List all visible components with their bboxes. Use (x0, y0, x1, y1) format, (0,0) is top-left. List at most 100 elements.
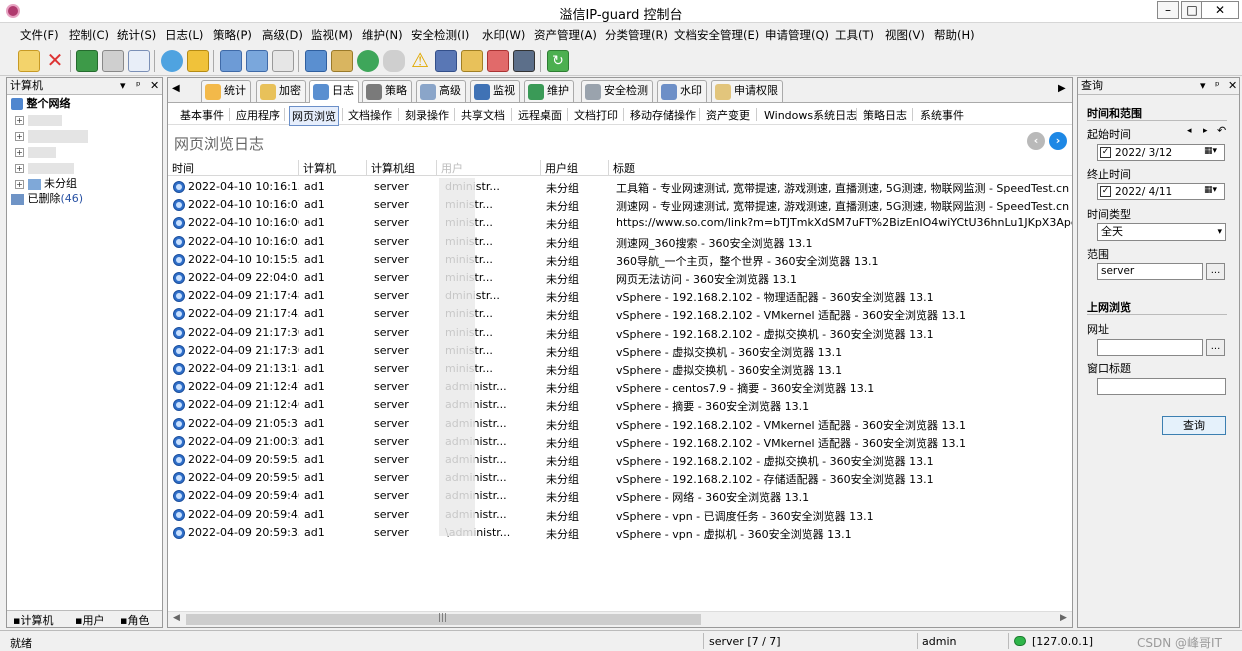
monitor-icon[interactable] (246, 50, 268, 72)
table-row[interactable]: 2022-04-09 21:17:43ad1serverministr...未分… (168, 305, 1072, 323)
window-title-input[interactable] (1097, 378, 1226, 395)
expand-icon[interactable]: + (15, 179, 24, 189)
tree-node[interactable]: + (15, 144, 56, 159)
edit-icon[interactable] (487, 50, 509, 72)
tab-user[interactable]: ▪用户 (75, 612, 104, 628)
disk-icon[interactable] (383, 50, 405, 72)
calendar-dropdown-icon[interactable]: ▦▾ (1204, 185, 1217, 195)
subtab-windows-log[interactable]: Windows系统日志 (762, 106, 859, 124)
tab-scroll-left-icon[interactable]: ◀ (172, 83, 180, 94)
tab-scroll-right-icon[interactable]: ▶ (1058, 83, 1066, 94)
menu-asset[interactable]: 资产管理(A) (534, 27, 597, 43)
subtab-shared-docs[interactable]: 共享文档 (459, 106, 507, 124)
column-header-user[interactable]: 用户 (437, 160, 541, 176)
tab-encrypt[interactable]: 加密 (256, 80, 306, 102)
table-row[interactable]: 2022-04-09 21:12:46 ad1 server administr...… (168, 396, 1072, 414)
panel-menu-icon[interactable]: ▾ (120, 78, 126, 94)
menu-security-check[interactable]: 安全检测(I) (411, 27, 469, 43)
tab-monitor[interactable]: 监视 (470, 80, 520, 102)
tab-security-check[interactable]: 安全检测 (581, 80, 653, 102)
url-browse-button[interactable]: ... (1206, 339, 1225, 356)
table-row[interactable]: 2022-04-10 10:16:03ad1serverministr...未分… (168, 233, 1072, 251)
table-row[interactable]: 2022-04-09 22:04:03ad1serverministr...未分… (168, 269, 1072, 287)
tab-log[interactable]: 日志 (309, 80, 359, 104)
print-preview-icon[interactable] (128, 50, 150, 72)
calendar-dropdown-icon[interactable]: ▦▾ (1204, 146, 1217, 156)
tag-icon[interactable] (187, 50, 209, 72)
tab-policy[interactable]: 策略 (362, 80, 412, 102)
table-row[interactable]: 2022-04-09 20:59:35 ad1 server \administr..… (168, 524, 1072, 542)
close-button[interactable]: ✕ (1201, 1, 1239, 19)
prev-period-icon[interactable]: ◂ (1187, 126, 1192, 136)
column-header-title[interactable]: 标题 (609, 160, 1072, 176)
subtab-web-browsing[interactable]: 网页浏览 (289, 106, 339, 126)
start-date-checkbox[interactable]: ✓ (1100, 147, 1111, 158)
tree-root[interactable]: 整个网络 (11, 96, 71, 111)
column-header-time[interactable]: 时间 (168, 160, 299, 176)
menu-control[interactable]: 控制(C) (69, 27, 109, 43)
table-row[interactable]: 2022-04-09 21:17:30ad1serverministr...未分… (168, 324, 1072, 342)
network-icon[interactable] (305, 50, 327, 72)
subtab-removable-storage[interactable]: 移动存储操作 (628, 106, 698, 124)
close-panel-icon[interactable]: ✕ (1228, 78, 1237, 94)
time-type-select[interactable]: 全天 ▾ (1097, 223, 1226, 241)
subtab-document-ops[interactable]: 文档操作 (346, 106, 394, 124)
warning-icon[interactable]: ⚠ (409, 50, 431, 72)
delete-icon[interactable]: ✕ (44, 50, 66, 72)
tab-watermark[interactable]: 水印 (657, 80, 707, 102)
maximize-button[interactable]: □ (1181, 1, 1203, 19)
table-row[interactable]: 2022-04-09 21:17:30ad1serverministr...未分… (168, 342, 1072, 360)
table-row[interactable]: 2022-04-09 20:59:43 ad1 server administr...… (168, 506, 1072, 524)
pin-icon[interactable]: ᵖ (136, 78, 141, 94)
table-row[interactable]: 2022-04-09 21:05:31 ad1 server administr...… (168, 415, 1072, 433)
query-button[interactable]: 查询 (1162, 416, 1226, 435)
table-row[interactable]: 2022-04-09 20:59:46 ad1 server administr...… (168, 487, 1072, 505)
subtab-policy-log[interactable]: 策略日志 (861, 106, 909, 124)
earth-icon[interactable] (357, 50, 379, 72)
menu-classification[interactable]: 分类管理(R) (605, 27, 668, 43)
tree-node[interactable]: + (15, 112, 62, 127)
next-period-icon[interactable]: ▸ (1203, 126, 1208, 136)
previous-page-icon[interactable]: ‹ (1027, 132, 1045, 150)
export-icon[interactable] (76, 50, 98, 72)
column-header-computer[interactable]: 计算机 (299, 160, 367, 176)
menu-doc-security[interactable]: 文档安全管理(E) (674, 27, 759, 43)
expand-icon[interactable]: + (15, 131, 24, 141)
next-page-icon[interactable]: › (1049, 132, 1067, 150)
pin-icon[interactable]: ᵖ (1215, 78, 1220, 94)
subtab-application[interactable]: 应用程序 (234, 106, 282, 124)
menu-log[interactable]: 日志(L) (165, 27, 203, 43)
table-row[interactable]: 2022-04-10 10:16:06ad1serverministr...未分… (168, 214, 1072, 232)
tree-node-ungrouped[interactable]: + 未分组 (15, 176, 77, 191)
minimize-button[interactable]: – (1157, 1, 1179, 19)
refresh-icon[interactable]: ↻ (547, 50, 569, 72)
start-date-picker[interactable]: ✓ 2022/ 3/12 ▦▾ (1097, 144, 1225, 161)
expand-icon[interactable]: + (15, 147, 24, 157)
scope-input[interactable]: server (1097, 263, 1203, 280)
table-row[interactable]: 2022-04-10 10:15:55ad1serverministr...未分… (168, 251, 1072, 269)
menu-policy[interactable]: 策略(P) (213, 27, 252, 43)
menu-request[interactable]: 申请管理(Q) (765, 27, 829, 43)
menu-advanced[interactable]: 高级(D) (262, 27, 303, 43)
scope-browse-button[interactable]: ... (1206, 263, 1225, 280)
column-header-user-group[interactable]: 用户组 (541, 160, 609, 176)
tree-node[interactable]: + (15, 128, 88, 143)
subtab-asset-change[interactable]: 资产变更 (704, 106, 752, 124)
scroll-right-icon[interactable]: ▶ (1060, 613, 1067, 623)
menu-tools[interactable]: 工具(T) (835, 27, 874, 43)
menu-maintain[interactable]: 维护(N) (362, 27, 403, 43)
tab-computer[interactable]: ▪计算机 (13, 612, 53, 628)
table-row[interactable]: 2022-04-09 21:17:48ad1serverdministr...未… (168, 287, 1072, 305)
menu-view[interactable]: 视图(V) (885, 27, 925, 43)
tab-advanced[interactable]: 高级 (416, 80, 466, 102)
expand-icon[interactable]: + (15, 115, 24, 125)
usb-icon[interactable] (513, 50, 535, 72)
subtab-system-event[interactable]: 系统事件 (918, 106, 966, 124)
tab-maintain[interactable]: 维护 (524, 80, 574, 102)
expand-icon[interactable]: + (15, 163, 24, 173)
table-row[interactable]: 2022-04-09 21:12:47 ad1 server administr...… (168, 378, 1072, 396)
table-row[interactable]: 2022-04-09 21:00:32 ad1 server administr...… (168, 433, 1072, 451)
subtab-document-print[interactable]: 文档打印 (572, 106, 620, 124)
close-panel-icon[interactable]: ✕ (150, 78, 159, 94)
end-date-picker[interactable]: ✓ 2022/ 4/11 ▦▾ (1097, 183, 1225, 200)
